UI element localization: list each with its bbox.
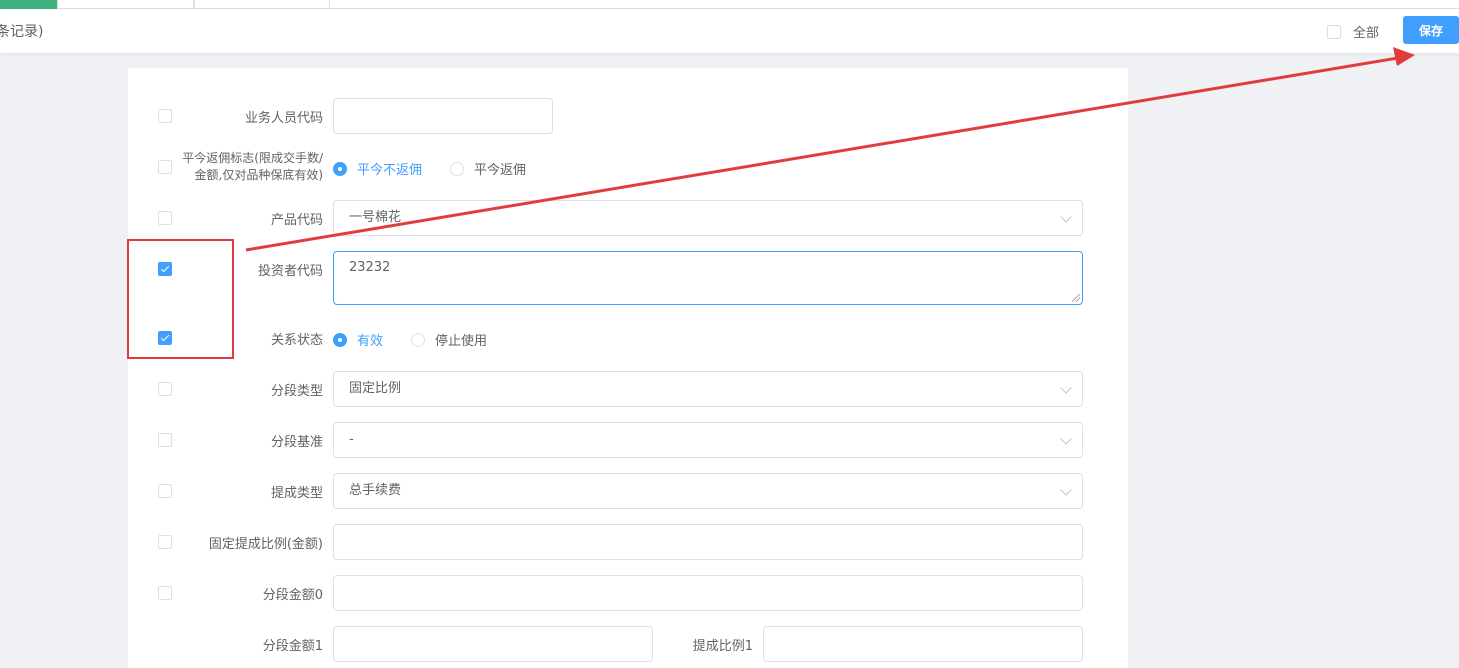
select-all-checkbox[interactable]: 全部 [1327,22,1379,41]
select-value: 一号棉花 [349,210,402,225]
select-value: - [349,432,354,447]
resize-handle-icon[interactable] [1072,294,1080,302]
form-row-fixed-commission: 固定提成比例(金额) [128,524,1128,560]
radio-dot-icon [333,332,347,347]
textarea-value: 23232 [349,260,391,275]
tab-2[interactable] [58,0,194,9]
radio-label: 有效 [357,334,384,349]
salesperson-code-input[interactable] [333,98,553,134]
field-label-line1: 平今返佣标志(限成交手数/ [182,151,323,165]
form-row-investor-code: 投资者代码 23232 [128,251,1128,305]
row-checkbox[interactable] [158,433,172,447]
commission-type-select[interactable]: 总手续费 [333,473,1083,509]
record-count-text: 条记录) [0,24,44,40]
tab-bar [0,0,1459,9]
field-label: 分段金额0 [262,588,323,603]
radio-dot-icon [411,332,426,347]
segment-amount-0-input[interactable] [333,575,1083,611]
field-label: 投资者代码 [257,264,323,279]
form-row-segment-amount-1: 分段金额1 提成比例1 [128,626,1128,662]
field-label: 固定提成比例(金额) [208,537,323,552]
radio-dot-icon [333,161,347,176]
row-checkbox[interactable] [158,382,172,396]
row-checkbox[interactable] [158,109,172,123]
radio-no-rebate[interactable]: 平今不返佣 [333,159,422,178]
row-checkbox[interactable] [158,160,172,174]
form-row-relation-status: 关系状态 有效 停止使用 [128,320,1128,356]
field-label: 关系状态 [270,333,323,348]
select-value: 固定比例 [349,381,402,396]
tab-3[interactable] [194,0,330,9]
chevron-down-icon [1060,484,1072,496]
segment-type-select[interactable]: 固定比例 [333,371,1083,407]
row-checkbox[interactable] [158,211,172,225]
field-label: 分段类型 [270,384,323,399]
chevron-down-icon [1060,211,1072,223]
segment-amount-1-input[interactable] [333,626,653,662]
radio-rebate[interactable]: 平今返佣 [450,159,526,178]
save-button[interactable]: 保存 [1403,16,1459,44]
commission-ratio-1-input[interactable] [763,626,1083,662]
field-label: 产品代码 [270,213,323,228]
form-row-salesperson-code: 业务人员代码 [128,98,1128,134]
select-all-label: 全部 [1353,26,1380,41]
tab-active[interactable] [0,0,58,9]
segment-basis-select[interactable]: - [333,422,1083,458]
annotation-highlight-box [127,239,234,359]
form-row-close-today-rebate: 平今返佣标志(限成交手数/ 金额,仅对品种保底有效) 平今不返佣 平今返佣 [128,148,1128,184]
product-code-select[interactable]: 一号棉花 [333,200,1083,236]
select-value: 总手续费 [349,483,402,498]
form-row-segment-amount-0: 分段金额0 [128,575,1128,611]
relation-status-radio-group: 有效 停止使用 [333,330,515,349]
radio-label: 平今不返佣 [357,163,423,178]
chevron-down-icon [1060,382,1072,394]
radio-label: 停止使用 [435,334,488,349]
field-label: 分段基准 [270,435,323,450]
radio-active[interactable]: 有效 [333,330,383,349]
field-label-line2: 金额,仅对品种保底有效) [194,168,324,182]
radio-disabled[interactable]: 停止使用 [411,330,487,349]
field-label-right: 提成比例1 [692,639,753,654]
form-row-product-code: 产品代码 一号棉花 [128,200,1128,236]
investor-code-textarea[interactable]: 23232 [333,251,1083,305]
fixed-commission-input[interactable] [333,524,1083,560]
checkbox-icon[interactable] [1327,24,1341,39]
row-checkbox[interactable] [158,484,172,498]
field-label: 分段金额1 [262,639,323,654]
form-row-segment-basis: 分段基准 - [128,422,1128,458]
field-label: 平今返佣标志(限成交手数/ 金额,仅对品种保底有效) [182,150,323,184]
form-row-commission-type: 提成类型 总手续费 [128,473,1128,509]
edit-form: 业务人员代码 平今返佣标志(限成交手数/ 金额,仅对品种保底有效) 平今不返佣 … [128,68,1128,668]
form-row-segment-type: 分段类型 固定比例 [128,371,1128,407]
toolbar: 条记录) 全部 保存 [0,9,1459,53]
radio-label: 平今返佣 [474,163,527,178]
field-label: 业务人员代码 [244,111,323,126]
row-checkbox[interactable] [158,586,172,600]
radio-dot-icon [450,161,465,176]
field-label: 提成类型 [270,486,323,501]
row-checkbox[interactable] [158,535,172,549]
close-today-rebate-radio-group: 平今不返佣 平今返佣 [333,159,554,178]
chevron-down-icon [1060,433,1072,445]
